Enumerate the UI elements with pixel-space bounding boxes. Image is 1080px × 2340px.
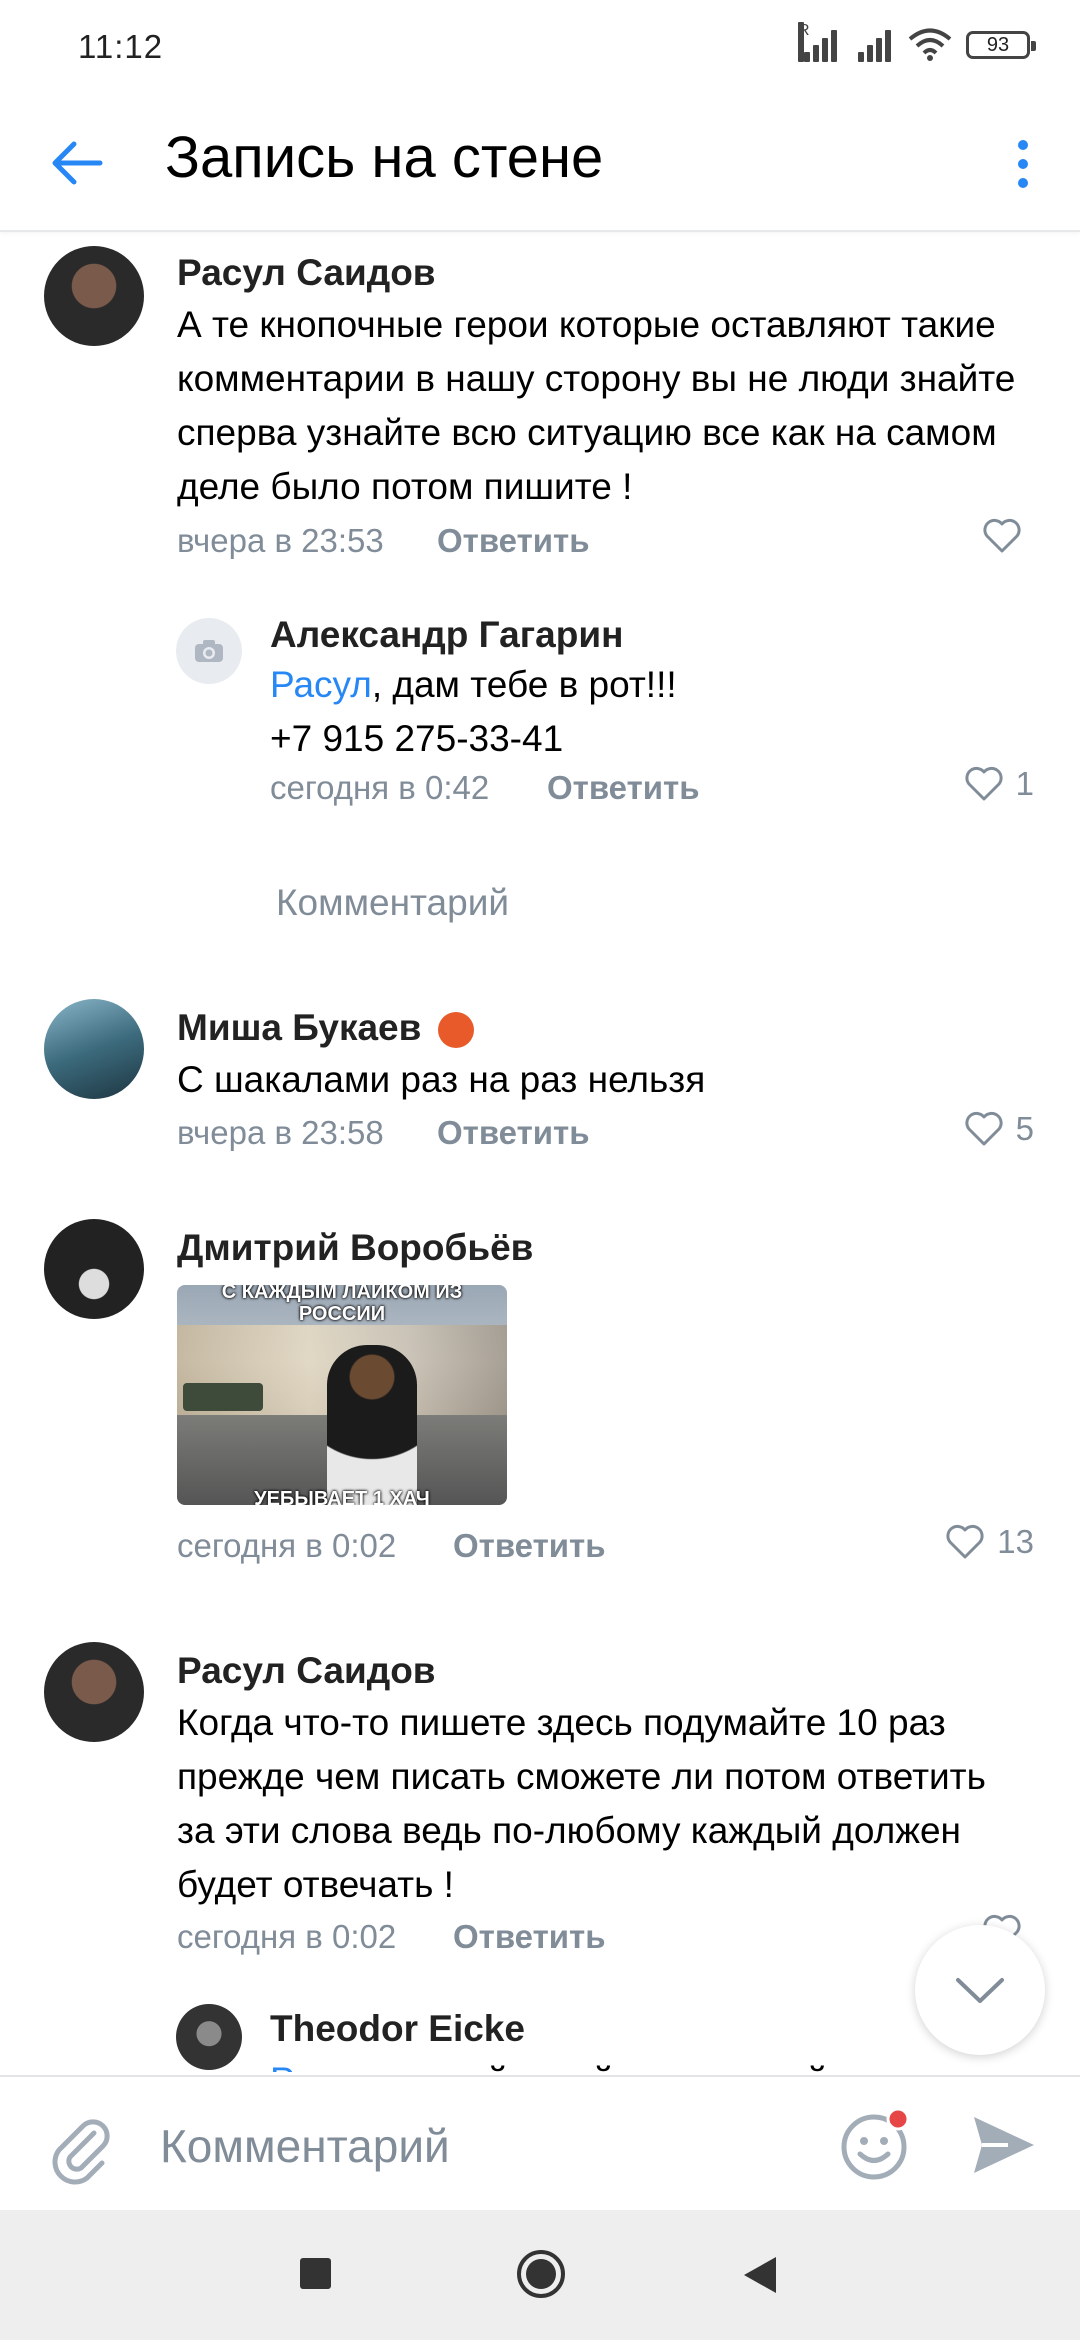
send-icon bbox=[974, 2117, 1034, 2173]
home-circle-icon bbox=[517, 2250, 565, 2298]
image-person bbox=[327, 1345, 417, 1505]
like-button[interactable]: 5 bbox=[964, 1110, 1034, 1148]
reply-button[interactable]: Ответить bbox=[547, 769, 700, 807]
comment-text: Расул, всякой какой хороностый bbox=[270, 2054, 1050, 2072]
image-caption-top: С КАЖДЫМ ЛАЙКОМ ИЗ РОССИИ bbox=[221, 1285, 463, 1325]
like-count: 5 bbox=[1015, 1110, 1034, 1147]
comment-text: Расул, дам тебе в рот!!! bbox=[270, 658, 1050, 712]
comment-time: сегодня в 0:02 bbox=[177, 1918, 397, 1955]
image-tank bbox=[183, 1383, 263, 1411]
smile-icon bbox=[841, 2107, 910, 2180]
image-caption-bottom: УЕБЫВАЕТ 1 ХАЧ bbox=[254, 1488, 430, 1505]
heart-icon bbox=[946, 1524, 984, 1559]
comment-author[interactable]: Theodor Eicke bbox=[270, 2008, 525, 2050]
screen: 11:12 R 93 Запись на стене Расул Саидов … bbox=[0, 0, 1080, 2340]
avatar[interactable] bbox=[176, 618, 242, 684]
show-more-comments-link[interactable]: Комментарий bbox=[276, 882, 509, 924]
comment-composer bbox=[0, 2075, 1080, 2212]
signal-roaming-icon: R bbox=[798, 22, 840, 62]
like-count: 13 bbox=[997, 1523, 1034, 1560]
more-vertical-icon bbox=[1018, 140, 1028, 150]
signal-icon bbox=[854, 28, 894, 62]
reply-button[interactable]: Ответить bbox=[437, 1114, 590, 1152]
paperclip-icon bbox=[52, 2119, 110, 2185]
comment: Расул Саидов А те кнопочные герои которы… bbox=[0, 232, 1080, 572]
comment-text: А те кнопочные герои которые оставляют т… bbox=[177, 304, 1016, 507]
reply-button[interactable]: Ответить bbox=[453, 1918, 606, 1956]
battery-icon: 93 bbox=[966, 31, 1036, 59]
back-nav-button[interactable] bbox=[742, 2255, 778, 2295]
comment-text: Когда что-то пишете здесь подумайте 10 р… bbox=[177, 1702, 986, 1905]
comment-text-part: , дам тебе в рот!!! bbox=[371, 664, 677, 705]
mention-link[interactable]: Расул bbox=[270, 2060, 372, 2072]
wifi-icon bbox=[908, 28, 952, 61]
comment-text-part: , всякой какой хороностый bbox=[372, 2060, 828, 2072]
emoji-button[interactable] bbox=[838, 2107, 914, 2183]
comment-time: сегодня в 0:42 bbox=[270, 769, 490, 806]
attach-button[interactable] bbox=[40, 2107, 120, 2187]
camera-icon bbox=[195, 640, 223, 662]
heart-icon bbox=[965, 1111, 1003, 1146]
comment-input[interactable] bbox=[158, 2105, 802, 2187]
avatar[interactable] bbox=[44, 1219, 144, 1319]
reply-button[interactable]: Ответить bbox=[453, 1527, 606, 1565]
comment: Миша Букаев С шакалами раз на раз нельзя… bbox=[0, 987, 1080, 1157]
like-button[interactable]: 13 bbox=[945, 1523, 1034, 1561]
back-button[interactable] bbox=[44, 128, 114, 198]
status-time: 11:12 bbox=[78, 28, 164, 65]
scroll-down-button[interactable] bbox=[915, 1925, 1045, 2055]
status-icons: R 93 bbox=[798, 22, 1036, 62]
heart-icon bbox=[983, 518, 1021, 553]
angry-emoji-icon bbox=[437, 1012, 474, 1049]
chevron-down-icon bbox=[956, 1978, 1004, 2003]
more-menu-button[interactable] bbox=[988, 124, 1058, 204]
comment-author[interactable]: Миша Букаев bbox=[177, 1007, 474, 1049]
comment-author-name: Миша Букаев bbox=[177, 1007, 422, 1048]
arrow-left-icon bbox=[52, 141, 103, 185]
status-bar: 11:12 R 93 bbox=[0, 0, 1080, 96]
comment: Дмитрий Воробьёв С КАЖДЫМ ЛАЙКОМ ИЗ РОСС… bbox=[0, 1207, 1080, 1587]
triangle-back-icon bbox=[744, 2257, 776, 2293]
like-button[interactable] bbox=[982, 518, 1034, 554]
battery-level: 93 bbox=[986, 33, 1010, 56]
send-button[interactable] bbox=[968, 2109, 1040, 2181]
comment-author[interactable]: Расул Саидов bbox=[177, 252, 436, 294]
comment-phone: +7 915 275-33-41 bbox=[270, 718, 564, 759]
heart-icon bbox=[965, 766, 1003, 801]
recents-button[interactable] bbox=[300, 2258, 331, 2289]
comment-reply: Александр Гагарин Расул, дам тебе в рот!… bbox=[0, 602, 1080, 822]
page-title: Запись на стене bbox=[165, 125, 604, 190]
comment-time: вчера в 23:58 bbox=[177, 1114, 384, 1151]
avatar[interactable] bbox=[44, 246, 144, 346]
system-nav-bar bbox=[0, 2210, 1080, 2340]
app-header: Запись на стене bbox=[0, 96, 1080, 232]
comment-author[interactable]: Дмитрий Воробьёв bbox=[177, 1227, 533, 1269]
home-button[interactable] bbox=[515, 2248, 567, 2300]
comments-feed[interactable]: Расул Саидов А те кнопочные герои которы… bbox=[0, 232, 1080, 2072]
like-count: 1 bbox=[1015, 765, 1034, 802]
avatar[interactable] bbox=[44, 1642, 144, 1742]
like-button[interactable]: 1 bbox=[964, 765, 1034, 803]
comment-time: сегодня в 0:02 bbox=[177, 1527, 397, 1564]
comment-author[interactable]: Расул Саидов bbox=[177, 1650, 436, 1692]
comment-time: вчера в 23:53 bbox=[177, 522, 384, 559]
comment-image[interactable]: С КАЖДЫМ ЛАЙКОМ ИЗ РОССИИ УЕБЫВАЕТ 1 ХАЧ bbox=[177, 1285, 507, 1505]
comment-author[interactable]: Александр Гагарин bbox=[270, 614, 623, 656]
mention-link[interactable]: Расул bbox=[270, 664, 372, 705]
comment: Расул Саидов Когда что-то пишете здесь п… bbox=[0, 1630, 1080, 1955]
comment-text: С шакалами раз на раз нельзя bbox=[177, 1059, 706, 1100]
avatar[interactable] bbox=[44, 999, 144, 1099]
reply-button[interactable]: Ответить bbox=[437, 522, 590, 560]
avatar[interactable] bbox=[176, 2004, 242, 2070]
